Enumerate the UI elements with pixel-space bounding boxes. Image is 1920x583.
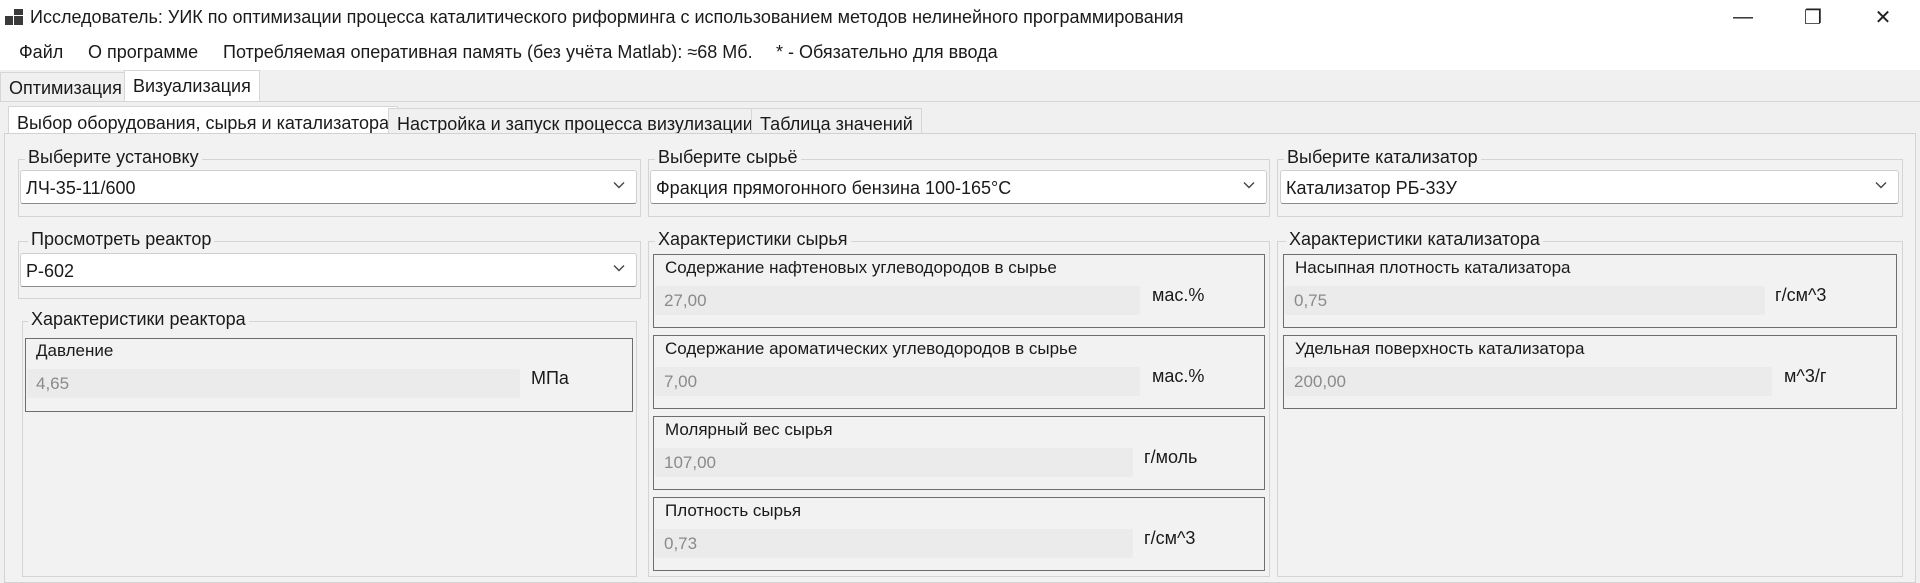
molar-weight-field[interactable]: 107,00 bbox=[655, 448, 1133, 477]
aromatics-unit: мас.% bbox=[1152, 366, 1205, 386]
bulk-density-label: Насыпная плотность катализатора bbox=[1292, 258, 1574, 278]
density-unit: г/см^3 bbox=[1144, 528, 1196, 548]
chevron-down-icon bbox=[613, 182, 625, 189]
app-icon bbox=[5, 9, 23, 25]
unit-label: Выберите установку bbox=[25, 147, 202, 168]
chevron-down-icon bbox=[1243, 182, 1255, 189]
feedstock-label: Выберите сырьё bbox=[655, 147, 801, 168]
bulk-density-unit: г/см^3 bbox=[1775, 285, 1827, 305]
naphthenes-label: Содержание нафтеновых углеводородов в сы… bbox=[662, 258, 1060, 278]
required-note: * - Обязательно для ввода bbox=[776, 42, 998, 62]
window-title: Исследователь: УИК по оптимизации процес… bbox=[30, 7, 1184, 27]
feedstock-select[interactable]: Фракция прямогонного бензина 100-165°С bbox=[650, 170, 1267, 204]
catalyst-select-value: Катализатор РБ-33У bbox=[1286, 178, 1457, 198]
catalyst-chars-title: Характеристики катализатора bbox=[1286, 229, 1543, 250]
menu-bar: Файл О программе Потребляемая оперативна… bbox=[0, 34, 1920, 70]
reactor-label: Просмотреть реактор bbox=[28, 229, 215, 250]
density-value: 0,73 bbox=[664, 534, 698, 553]
bulk-density-field[interactable]: 0,75 bbox=[1285, 286, 1765, 315]
surface-field[interactable]: 200,00 bbox=[1285, 367, 1772, 396]
reactor-select[interactable]: Р-602 bbox=[20, 253, 637, 287]
bulk-density-value: 0,75 bbox=[1294, 291, 1328, 310]
aromatics-label: Содержание ароматических углеводородов в… bbox=[662, 339, 1081, 359]
chevron-down-icon bbox=[1875, 182, 1887, 189]
minimize-button[interactable]: — bbox=[1708, 0, 1778, 34]
memory-usage-text: Потребляемая оперативная память (без учё… bbox=[223, 42, 753, 62]
feedstock-select-value: Фракция прямогонного бензина 100-165°С bbox=[656, 178, 1012, 198]
tab-divider bbox=[0, 101, 1920, 102]
unit-select[interactable]: ЛЧ-35-11/600 bbox=[20, 170, 637, 204]
chevron-down-icon bbox=[613, 265, 625, 272]
catalyst-label: Выберите катализатор bbox=[1284, 147, 1481, 168]
naphthenes-value: 27,00 bbox=[664, 291, 707, 310]
pressure-field[interactable]: 4,65 bbox=[27, 369, 520, 398]
surface-unit: м^3/г bbox=[1784, 366, 1827, 386]
reactor-chars-title: Характеристики реактора bbox=[28, 309, 249, 330]
molar-weight-unit: г/моль bbox=[1144, 447, 1198, 467]
naphthenes-field[interactable]: 27,00 bbox=[655, 286, 1140, 315]
close-button[interactable]: ✕ bbox=[1848, 0, 1918, 34]
menu-file[interactable]: Файл bbox=[19, 42, 63, 63]
unit-select-value: ЛЧ-35-11/600 bbox=[26, 178, 136, 198]
pressure-value: 4,65 bbox=[36, 374, 70, 393]
catalyst-select[interactable]: Катализатор РБ-33У bbox=[1280, 170, 1899, 204]
tab-optimization[interactable]: Оптимизация bbox=[0, 72, 131, 102]
aromatics-field[interactable]: 7,00 bbox=[655, 367, 1140, 396]
pressure-label: Давление bbox=[33, 341, 117, 361]
naphthenes-unit: мас.% bbox=[1152, 285, 1205, 305]
maximize-button[interactable]: ❐ bbox=[1778, 0, 1848, 34]
tab-visualization[interactable]: Визуализация bbox=[124, 70, 260, 102]
aromatics-value: 7,00 bbox=[664, 372, 698, 391]
feed-chars-title: Характеристики сырья bbox=[655, 229, 851, 250]
pressure-unit: МПа bbox=[531, 368, 569, 388]
title-bar: Исследователь: УИК по оптимизации процес… bbox=[0, 0, 1920, 34]
density-label: Плотность сырья bbox=[662, 501, 805, 521]
surface-value: 200,00 bbox=[1294, 372, 1346, 391]
reactor-select-value: Р-602 bbox=[26, 261, 75, 281]
menu-about[interactable]: О программе bbox=[88, 42, 198, 63]
density-field[interactable]: 0,73 bbox=[655, 529, 1133, 558]
surface-label: Удельная поверхность катализатора bbox=[1292, 339, 1588, 359]
molar-weight-label: Молярный вес сырья bbox=[662, 420, 836, 440]
molar-weight-value: 107,00 bbox=[664, 453, 716, 472]
